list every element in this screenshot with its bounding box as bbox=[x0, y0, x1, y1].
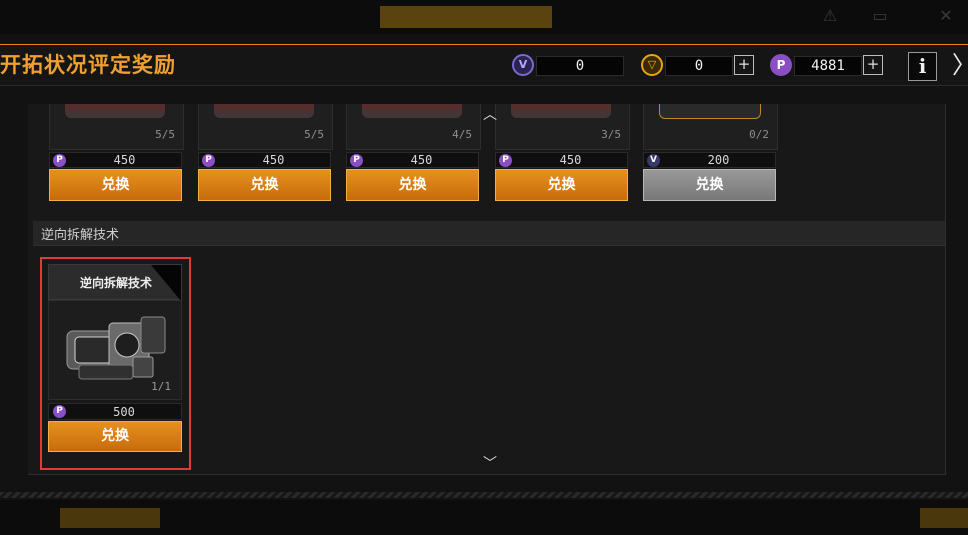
bottom-tab-1[interactable] bbox=[60, 508, 160, 528]
exchange-button[interactable]: 兑换 bbox=[198, 169, 331, 201]
top-tab-3[interactable] bbox=[380, 6, 552, 28]
alert-icon[interactable]: ⚠ bbox=[820, 6, 840, 26]
reward-image: 3/5 bbox=[495, 104, 630, 150]
bottom-tab-4[interactable] bbox=[920, 508, 968, 528]
p-token-icon: P bbox=[770, 54, 792, 76]
currency-p-value: 4881 bbox=[794, 56, 862, 76]
price-box: P 450 bbox=[495, 152, 628, 168]
p-token-icon: P bbox=[350, 154, 363, 167]
stock-count: 5/5 bbox=[155, 128, 175, 141]
price-value: 450 bbox=[559, 153, 582, 167]
bottom-tab-2[interactable] bbox=[240, 508, 340, 528]
p-token-icon: P bbox=[499, 154, 512, 167]
price-value: 450 bbox=[262, 153, 285, 167]
stock-count: 1/1 bbox=[151, 380, 171, 393]
stock-count: 4/5 bbox=[452, 128, 472, 141]
header-bar: 开拓状况评定奖励 V 0 ▽ 0 + P 4881 + bbox=[0, 44, 968, 86]
exchange-button[interactable]: 兑换 bbox=[49, 169, 182, 201]
price-value: 500 bbox=[113, 405, 135, 419]
top-nav: ⚠ ▭ ✕ bbox=[0, 0, 968, 34]
close-top-icon[interactable]: ✕ bbox=[936, 6, 956, 26]
scroll-down-icon[interactable]: ﹀ bbox=[481, 457, 499, 471]
v-token-icon: V bbox=[512, 54, 534, 76]
price-box: P 450 bbox=[198, 152, 331, 168]
price-box: P 500 bbox=[48, 403, 182, 420]
p-token-icon: P bbox=[53, 405, 66, 418]
info-button[interactable]: i bbox=[908, 52, 937, 81]
exchange-button[interactable]: 兑换 bbox=[48, 421, 182, 452]
exchange-button-disabled[interactable]: 兑换 bbox=[643, 169, 776, 201]
close-icon[interactable]: 〉 bbox=[952, 50, 968, 80]
reward-image: 5/5 bbox=[198, 104, 333, 150]
camera-icon[interactable]: ▭ bbox=[870, 6, 890, 26]
add-gold-button[interactable]: + bbox=[734, 55, 754, 75]
item-image: 1/1 bbox=[48, 300, 182, 400]
exchange-button[interactable]: 兑换 bbox=[495, 169, 628, 201]
bottom-nav bbox=[0, 500, 968, 535]
page-title: 开拓状况评定奖励 bbox=[0, 53, 176, 77]
reward-image: 0/2 bbox=[643, 104, 778, 150]
price-value: 450 bbox=[410, 153, 433, 167]
currency-v: V 0 bbox=[512, 54, 624, 76]
gold-token-icon: ▽ bbox=[641, 54, 663, 76]
v-token-icon: V bbox=[647, 154, 660, 167]
exchange-button[interactable]: 兑换 bbox=[346, 169, 479, 201]
section-header: 逆向拆解技术 bbox=[33, 221, 945, 246]
section-title: 逆向拆解技术 bbox=[41, 228, 120, 243]
top-tab-2[interactable] bbox=[230, 6, 320, 28]
currency-v-value: 0 bbox=[536, 56, 624, 76]
price-box: P 450 bbox=[346, 152, 479, 168]
p-token-icon: P bbox=[202, 154, 215, 167]
price-box: P 450 bbox=[49, 152, 182, 168]
scroll-up-icon[interactable]: ︿ bbox=[481, 108, 499, 122]
p-token-icon: P bbox=[53, 154, 66, 167]
item-caption: 逆向拆解技术 bbox=[48, 264, 182, 301]
add-p-button[interactable]: + bbox=[863, 55, 883, 75]
reward-image: 5/5 bbox=[49, 104, 184, 150]
stock-count: 3/5 bbox=[601, 128, 621, 141]
price-value: 200 bbox=[707, 153, 730, 167]
currency-gold: ▽ 0 + bbox=[641, 54, 755, 76]
bottom-tab-3[interactable] bbox=[600, 508, 730, 528]
top-tab-1[interactable] bbox=[75, 6, 165, 28]
divider-stripe bbox=[0, 492, 968, 498]
price-value: 450 bbox=[113, 153, 136, 167]
price-box: V 200 bbox=[643, 152, 776, 168]
stock-count: 5/5 bbox=[304, 128, 324, 141]
reward-image: 4/5 bbox=[346, 104, 481, 150]
stock-count: 0/2 bbox=[749, 128, 769, 141]
currency-gold-value: 0 bbox=[665, 56, 733, 76]
currency-p: P 4881 + bbox=[770, 54, 885, 76]
